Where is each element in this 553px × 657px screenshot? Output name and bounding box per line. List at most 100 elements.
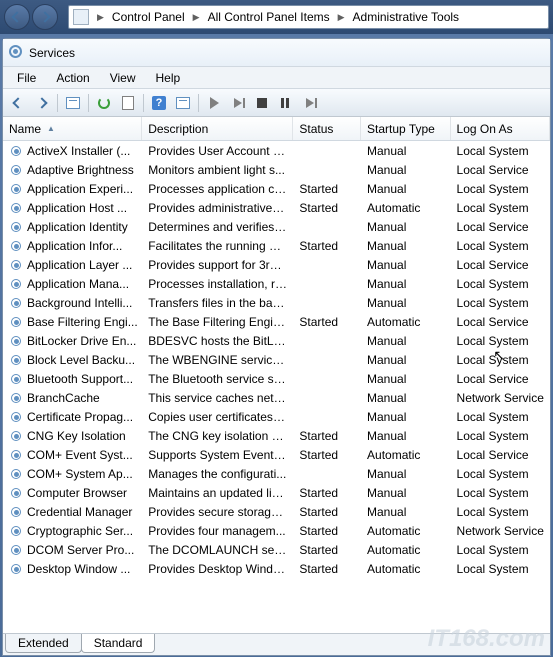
- list-body[interactable]: ActiveX Installer (...Provides User Acco…: [3, 141, 550, 633]
- service-row[interactable]: Computer BrowserMaintains an updated lis…: [3, 483, 550, 502]
- service-name: Desktop Window ...: [27, 562, 130, 576]
- service-description: The DCOMLAUNCH serv...: [142, 542, 293, 558]
- service-name: Credential Manager: [27, 505, 132, 519]
- service-description: Provides administrative s...: [142, 200, 293, 216]
- separator: [143, 94, 144, 112]
- service-startup: Manual: [361, 257, 451, 273]
- service-logon: Local System: [451, 352, 550, 368]
- title-bar: Services: [3, 39, 550, 67]
- service-logon: Local System: [451, 238, 550, 254]
- breadcrumb-item[interactable]: Control Panel: [108, 8, 189, 26]
- nav-forward-button[interactable]: [32, 4, 58, 30]
- service-description: BDESVC hosts the BitLoc...: [142, 333, 293, 349]
- service-name: BranchCache: [27, 391, 100, 405]
- service-name: Base Filtering Engi...: [27, 315, 138, 329]
- service-startup: Automatic: [361, 523, 451, 539]
- service-row[interactable]: Certificate Propag...Copies user certifi…: [3, 407, 550, 426]
- service-startup: Manual: [361, 371, 451, 387]
- export-icon: [122, 96, 134, 110]
- service-status: Started: [293, 447, 361, 463]
- service-row[interactable]: Credential ManagerProvides secure storag…: [3, 502, 550, 521]
- service-startup: Automatic: [361, 447, 451, 463]
- service-status: [293, 416, 361, 418]
- services-icon: [9, 45, 25, 61]
- properties-button[interactable]: [172, 92, 194, 114]
- service-row[interactable]: Application Infor...Facilitates the runn…: [3, 236, 550, 255]
- service-description: Monitors ambient light s...: [142, 162, 293, 178]
- column-header-logon[interactable]: Log On As: [451, 117, 550, 140]
- service-status: Started: [293, 181, 361, 197]
- service-description: Manages the configurati...: [142, 466, 293, 482]
- gear-icon: [9, 391, 23, 405]
- service-row[interactable]: Application Layer ...Provides support fo…: [3, 255, 550, 274]
- service-row[interactable]: Block Level Backu...The WBENGINE service…: [3, 350, 550, 369]
- column-header-name[interactable]: Name▲: [3, 117, 142, 140]
- service-row[interactable]: Adaptive Brightness Monitors ambient ligh…: [3, 160, 550, 179]
- service-description: Maintains an updated lis...: [142, 485, 293, 501]
- menu-view[interactable]: View: [100, 69, 146, 87]
- menu-action[interactable]: Action: [46, 69, 99, 87]
- service-row[interactable]: DCOM Server Pro...The DCOMLAUNCH serv...…: [3, 540, 550, 559]
- nav-back-button[interactable]: [4, 4, 30, 30]
- service-status: [293, 264, 361, 266]
- service-row[interactable]: ActiveX Installer (...Provides User Acco…: [3, 141, 550, 160]
- service-logon: Local System: [451, 542, 550, 558]
- back-button[interactable]: [7, 92, 29, 114]
- service-row[interactable]: Application IdentityDetermines and verif…: [3, 217, 550, 236]
- show-hide-button[interactable]: [62, 92, 84, 114]
- service-row[interactable]: Cryptographic Ser...Provides four manage…: [3, 521, 550, 540]
- stop-service-button[interactable]: [251, 92, 273, 114]
- tab-standard[interactable]: Standard: [81, 634, 156, 653]
- service-name: Certificate Propag...: [27, 410, 133, 424]
- service-name: Adaptive Brightness: [27, 163, 134, 177]
- service-row[interactable]: Base Filtering Engi...The Base Filtering…: [3, 312, 550, 331]
- service-status: [293, 302, 361, 304]
- step-icon: [234, 98, 242, 108]
- column-header-description[interactable]: Description: [142, 117, 293, 140]
- forward-button[interactable]: [31, 92, 53, 114]
- service-name: ActiveX Installer (...: [27, 144, 130, 158]
- breadcrumb[interactable]: ▶ Control Panel ▶ All Control Panel Item…: [68, 5, 549, 29]
- pause-service-button[interactable]: [275, 92, 297, 114]
- menu-bar: File Action View Help: [3, 67, 550, 89]
- service-name: Cryptographic Ser...: [27, 524, 133, 538]
- separator: [57, 94, 58, 112]
- service-startup: Manual: [361, 219, 451, 235]
- gear-icon: [9, 524, 23, 538]
- export-button[interactable]: [117, 92, 139, 114]
- gear-icon: [9, 258, 23, 272]
- start-service-button[interactable]: [203, 92, 225, 114]
- breadcrumb-item[interactable]: Administrative Tools: [349, 8, 464, 26]
- column-header-startup[interactable]: Startup Type: [361, 117, 451, 140]
- menu-file[interactable]: File: [7, 69, 46, 87]
- service-logon: Local System: [451, 466, 550, 482]
- gear-icon: [9, 144, 23, 158]
- step-service-button[interactable]: [227, 92, 249, 114]
- service-row[interactable]: COM+ Event Syst...Supports System Event …: [3, 445, 550, 464]
- service-row[interactable]: Desktop Window ...Provides Desktop Windo…: [3, 559, 550, 578]
- service-row[interactable]: Application Experi...Processes applicati…: [3, 179, 550, 198]
- menu-help[interactable]: Help: [146, 69, 191, 87]
- service-name: CNG Key Isolation: [27, 429, 126, 443]
- restart-service-button[interactable]: [299, 92, 321, 114]
- service-logon: Local Service: [451, 314, 550, 330]
- service-row[interactable]: BitLocker Drive En...BDESVC hosts the Bi…: [3, 331, 550, 350]
- refresh-button[interactable]: [93, 92, 115, 114]
- service-row[interactable]: BranchCacheThis service caches netw...Ma…: [3, 388, 550, 407]
- panel-icon: [66, 97, 80, 109]
- service-status: Started: [293, 485, 361, 501]
- column-header-status[interactable]: Status: [293, 117, 361, 140]
- service-row[interactable]: Bluetooth Support...The Bluetooth servic…: [3, 369, 550, 388]
- service-row[interactable]: CNG Key IsolationThe CNG key isolation s…: [3, 426, 550, 445]
- breadcrumb-item[interactable]: All Control Panel Items: [204, 8, 334, 26]
- arrow-right-icon: [36, 97, 47, 108]
- gear-icon: [9, 220, 23, 234]
- service-row[interactable]: Application Mana...Processes installatio…: [3, 274, 550, 293]
- service-row[interactable]: Background Intelli...Transfers files in …: [3, 293, 550, 312]
- service-row[interactable]: COM+ System Ap...Manages the configurati…: [3, 464, 550, 483]
- service-row[interactable]: Application Host ...Provides administrat…: [3, 198, 550, 217]
- gear-icon: [9, 353, 23, 367]
- tab-extended[interactable]: Extended: [5, 634, 82, 653]
- help-button[interactable]: ?: [148, 92, 170, 114]
- gear-icon: [9, 296, 23, 310]
